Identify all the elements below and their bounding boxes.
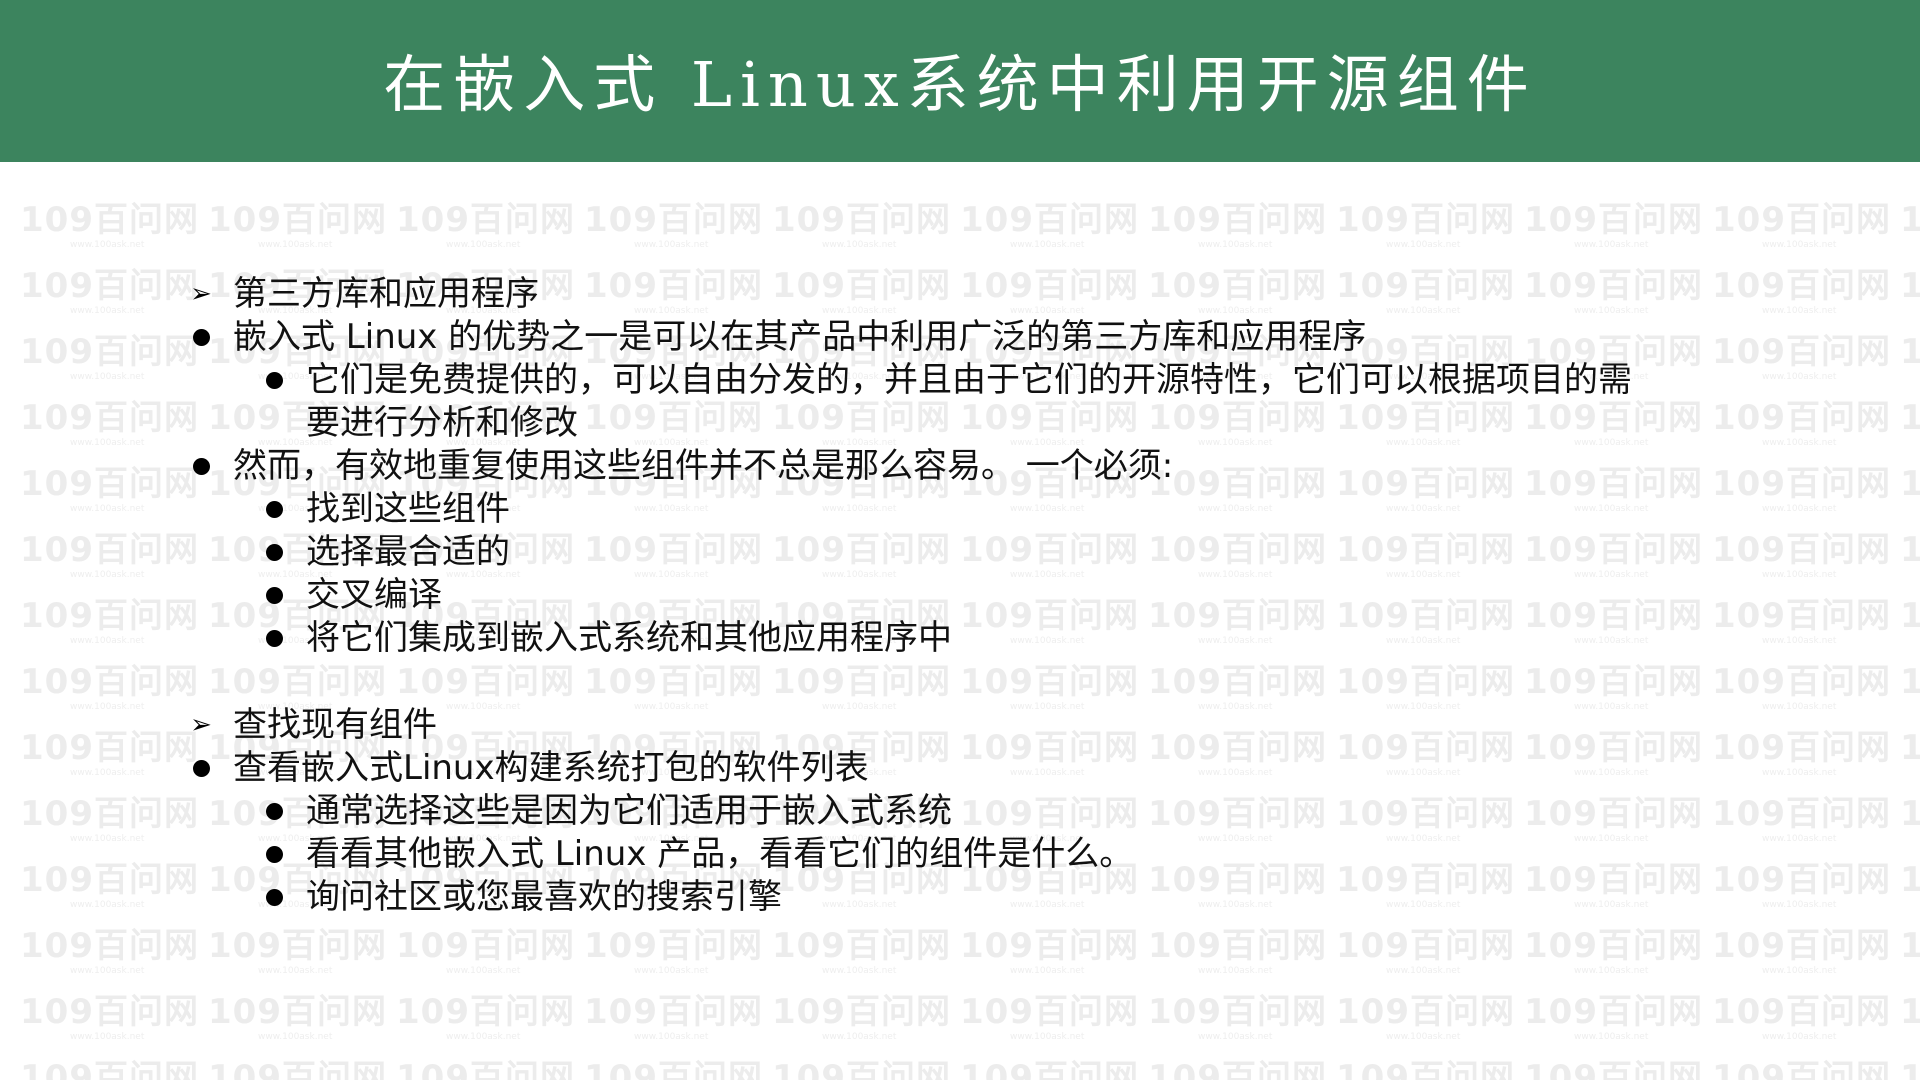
bullet-dot-icon (259, 833, 289, 876)
list-item: 将它们集成到嵌入式系统和其他应用程序中 (306, 618, 952, 658)
arrow-bullet-icon: ➢ (190, 279, 212, 309)
list-item: 它们是免费提供的，可以自由分发的，并且由于它们的开源特性，它们可以根据项目的需 (306, 360, 1632, 400)
bullet-dot-icon (259, 790, 289, 833)
list-item: 通常选择这些是因为它们适用于嵌入式系统 (306, 791, 952, 831)
list-item: 然而，有效地重复使用这些组件并不总是那么容易。 一个必须: (233, 446, 1174, 486)
list-item: 找到这些组件 (306, 489, 510, 529)
slide-title: 在嵌入式 Linux系统中利用开源组件 (383, 48, 1537, 121)
bullet-dot-icon (186, 316, 216, 359)
arrow-bullet-icon: ➢ (190, 710, 212, 740)
list-item-continuation: 要进行分析和修改 (306, 403, 578, 443)
list-item: 看看其他嵌入式 Linux 产品，看看它们的组件是什么。 (306, 834, 1134, 874)
bullet-dot-icon (259, 531, 289, 574)
bullet-dot-icon (186, 445, 216, 488)
bullet-dot-icon (259, 488, 289, 531)
list-item: 选择最合适的 (306, 532, 510, 572)
bullet-dot-icon (259, 574, 289, 617)
slide-content: ➢ 第三方库和应用程序 嵌入式 Linux 的优势之一是可以在其产品中利用广泛的… (0, 0, 1920, 1080)
bullet-dot-icon (259, 617, 289, 660)
list-item: 交叉编译 (306, 575, 442, 615)
list-item: 询问社区或您最喜欢的搜索引擎 (306, 877, 782, 917)
bullet-dot-icon (259, 876, 289, 919)
title-bar: 在嵌入式 Linux系统中利用开源组件 (0, 0, 1920, 162)
bullet-dot-icon (259, 359, 289, 402)
list-item: 查看嵌入式Linux构建系统打包的软件列表 (233, 748, 869, 788)
section-heading: 查找现有组件 (233, 705, 437, 745)
list-item: 嵌入式 Linux 的优势之一是可以在其产品中利用广泛的第三方库和应用程序 (233, 317, 1367, 357)
section-heading: 第三方库和应用程序 (233, 274, 539, 314)
bullet-dot-icon (186, 747, 216, 790)
